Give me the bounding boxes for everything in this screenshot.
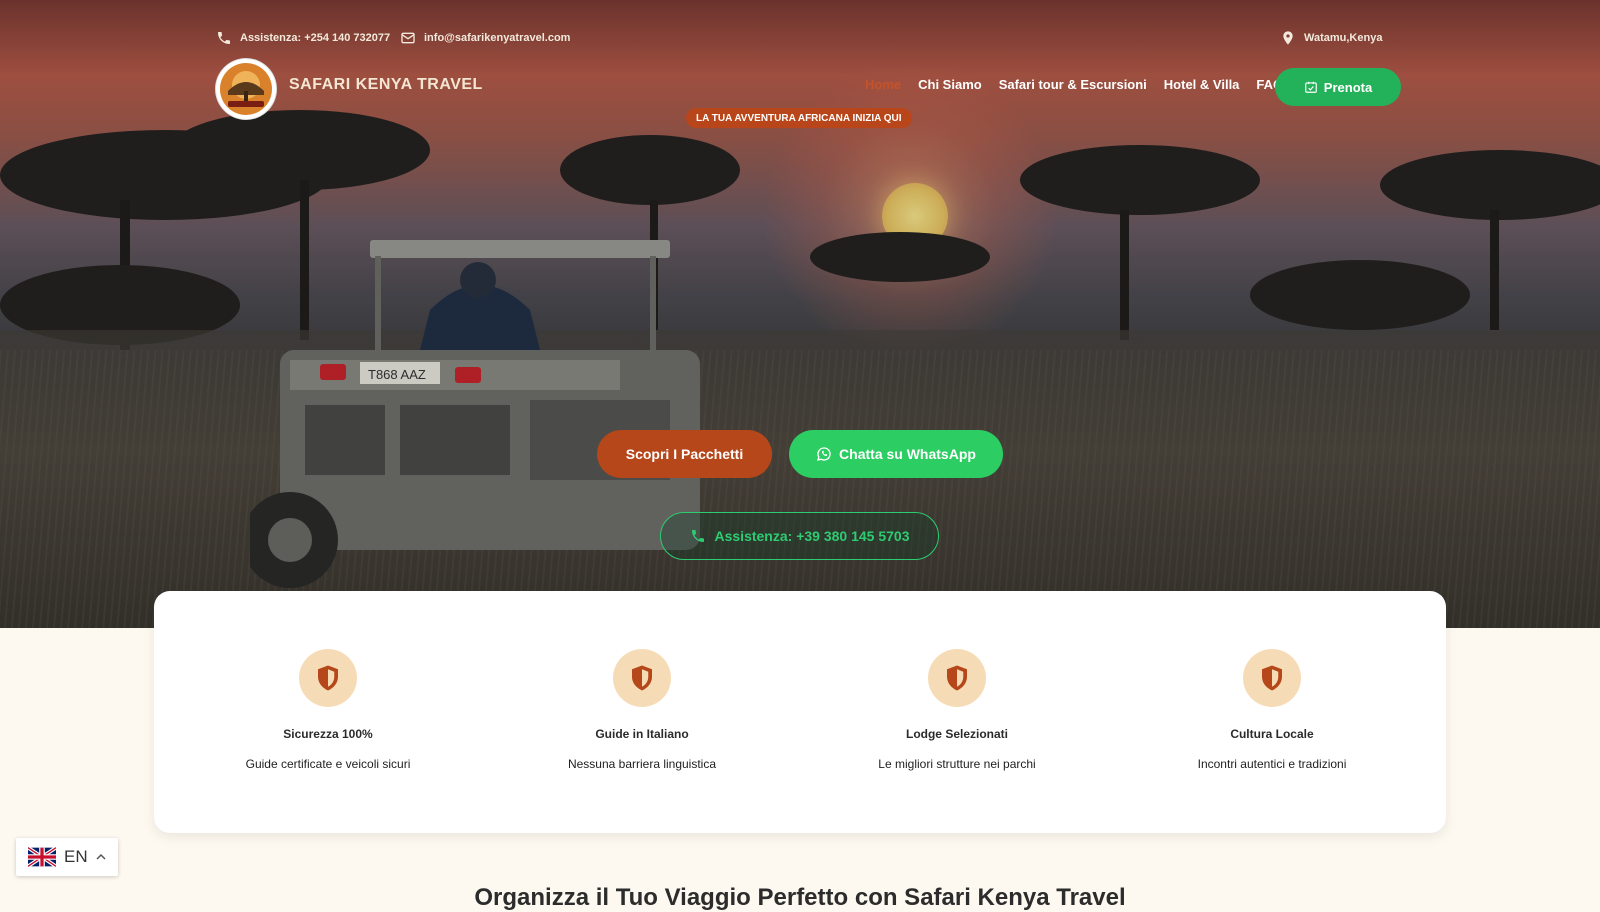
email-text: info@safarikenyatravel.com	[424, 32, 571, 44]
book-button[interactable]: Prenota	[1275, 68, 1401, 106]
location-text: Watamu,Kenya	[1304, 32, 1383, 44]
assistance-phone-label: Assistenza: +39 380 145 5703	[714, 528, 910, 544]
topbar-phone[interactable]: Assistenza: +254 140 732077	[216, 30, 390, 46]
calendar-check-icon	[1304, 81, 1317, 93]
phone-icon	[218, 32, 230, 44]
feature-desc: Le migliori strutture nei parchi	[878, 757, 1036, 771]
whatsapp-chat-button[interactable]: Chatta su WhatsApp	[789, 430, 1003, 478]
nav-home[interactable]: Home	[865, 77, 901, 92]
assistance-phone-button[interactable]: Assistenza: +39 380 145 5703	[660, 512, 939, 560]
book-button-label: Prenota	[1323, 79, 1373, 95]
features-card: Sicurezza 100% Guide certificate e veico…	[154, 591, 1446, 833]
nav-safari-tour[interactable]: Safari tour & Escursioni	[999, 77, 1147, 92]
phone-text: Assistenza: +254 140 732077	[240, 32, 391, 44]
feature-title: Lodge Selezionati	[905, 727, 1008, 741]
topbar-email[interactable]: info@safarikenyatravel.com	[400, 30, 570, 46]
chevron-up-icon	[96, 853, 106, 860]
hero-tagline: LA TUA AVVENTURA AFRICANA INIZIA QUI	[686, 108, 912, 128]
language-code: EN	[64, 847, 88, 866]
feature-title: Sicurezza 100%	[283, 727, 373, 741]
shield-icon	[299, 649, 357, 707]
whatsapp-button-label: Chatta su WhatsApp	[839, 446, 976, 462]
nav-chi-siamo[interactable]: Chi Siamo	[918, 77, 982, 92]
language-switcher[interactable]: EN	[16, 838, 118, 876]
feature-title: Cultura Locale	[1230, 727, 1314, 741]
shield-icon	[613, 649, 671, 707]
section-title: Organizza il Tuo Viaggio Perfetto con Sa…	[474, 884, 1126, 911]
feature-desc: Guide certificate e veicoli sicuri	[245, 757, 411, 771]
brand-logo[interactable]	[216, 59, 276, 119]
discover-packages-button[interactable]: Scopri I Pacchetti	[597, 430, 772, 478]
feature-desc: Nessuna barriera linguistica	[567, 757, 717, 771]
feature-desc: Incontri autentici e tradizioni	[1197, 757, 1347, 771]
logo-emblem-icon	[220, 63, 272, 115]
uk-flag-icon	[28, 847, 56, 867]
shield-icon	[1243, 649, 1301, 707]
nav-hotel-villa[interactable]: Hotel & Villa	[1164, 77, 1240, 92]
feature-item: Lodge Selezionati Le migliori strutture …	[807, 649, 1107, 771]
feature-item: Sicurezza 100% Guide certificate e veico…	[178, 649, 478, 771]
feature-item: Cultura Locale Incontri autentici e trad…	[1122, 649, 1422, 771]
location-pin-icon	[1283, 31, 1293, 45]
main-nav: Home Chi Siamo Safari tour & Escursioni …	[865, 77, 1293, 92]
mail-icon	[401, 32, 415, 44]
whatsapp-icon	[817, 447, 831, 461]
shield-icon	[928, 649, 986, 707]
brand-name[interactable]: SAFARI KENYA TRAVEL	[289, 76, 483, 94]
topbar-location: Watamu,Kenya	[1280, 30, 1382, 46]
phone-icon	[691, 530, 704, 542]
feature-title: Guide in Italiano	[595, 727, 689, 741]
feature-item: Guide in Italiano Nessuna barriera lingu…	[492, 649, 792, 771]
